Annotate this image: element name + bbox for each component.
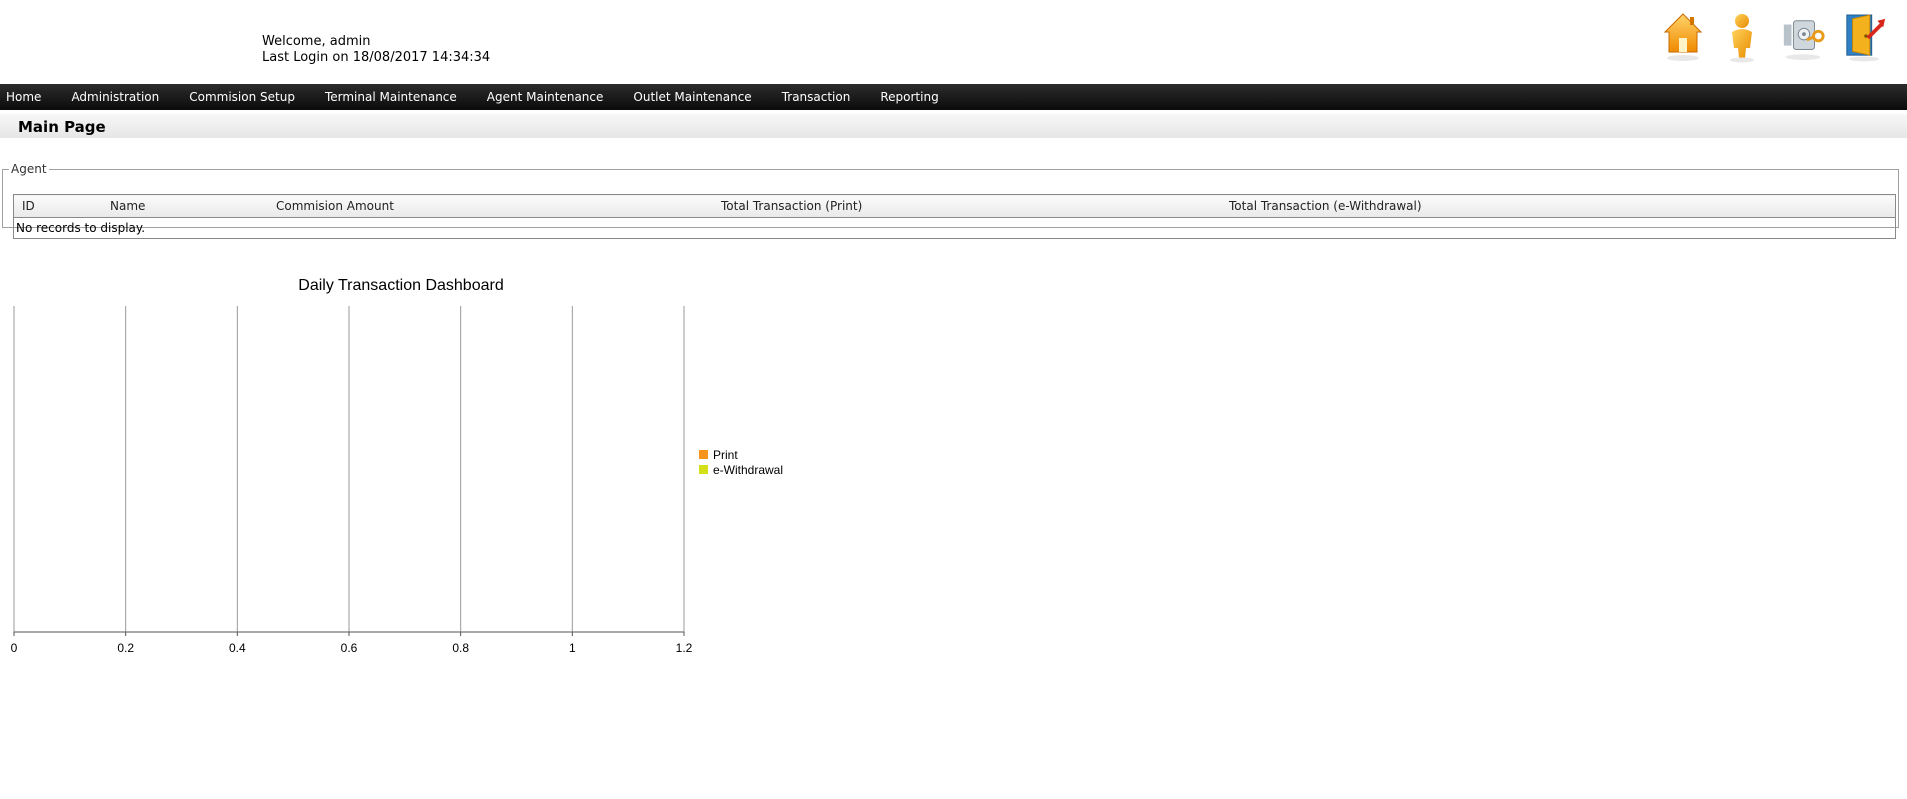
- nav-transaction[interactable]: Transaction: [776, 90, 863, 104]
- column-header-id[interactable]: ID: [13, 194, 102, 218]
- table-row: No records to display.: [13, 217, 1896, 239]
- x-tick-label: 0.8: [452, 641, 469, 655]
- column-header-total-print[interactable]: Total Transaction (Print): [713, 194, 1221, 218]
- x-tick-label: 0.4: [229, 641, 246, 655]
- legend-label-0[interactable]: Print: [713, 448, 738, 462]
- nav-reporting[interactable]: Reporting: [874, 90, 950, 104]
- column-header-commision-amount[interactable]: Commision Amount: [268, 194, 713, 218]
- x-tick-label: 0.6: [341, 641, 358, 655]
- page-title-bar: Main Page: [0, 114, 1907, 138]
- chart-grid: [13, 306, 685, 632]
- legend-swatch-0: [699, 450, 708, 459]
- logout-icon[interactable]: [1843, 10, 1887, 64]
- nav-agent-maintenance[interactable]: Agent Maintenance: [481, 90, 616, 104]
- chart-svg: Daily Transaction Dashboard 0 0.2 0.4 0.6 0.…: [11, 277, 783, 655]
- chart-x-axis: 0 0.2 0.4 0.6 0.8 1 1.2: [11, 631, 693, 655]
- agent-legend: Agent: [11, 162, 47, 176]
- home-icon[interactable]: [1662, 10, 1704, 64]
- page-title: Main Page: [18, 118, 106, 136]
- agent-grid: ID Name Commision Amount Total Transacti…: [13, 194, 1896, 239]
- agent-grid-header-row: ID Name Commision Amount Total Transacti…: [13, 194, 1896, 218]
- nav-commision-setup[interactable]: Commision Setup: [183, 90, 307, 104]
- column-header-name[interactable]: Name: [102, 194, 268, 218]
- x-tick-label: 1: [569, 641, 576, 655]
- x-tick-label: 0: [11, 641, 18, 655]
- nav-administration[interactable]: Administration: [65, 90, 171, 104]
- legend-label-1[interactable]: e-Withdrawal: [713, 463, 783, 477]
- agent-fieldset: Agent ID Name Commision Amount Total Tra…: [2, 162, 1899, 239]
- x-tick-label: 1.2: [676, 641, 693, 655]
- nav-home[interactable]: Home: [0, 90, 53, 104]
- daily-transaction-chart: Daily Transaction Dashboard 0 0.2 0.4 0.6 0.…: [0, 268, 820, 668]
- header: Welcome, admin Last Login on 18/08/2017 …: [0, 0, 1907, 84]
- welcome-block: Welcome, admin Last Login on 18/08/2017 …: [262, 34, 490, 66]
- column-header-total-ewithdrawal[interactable]: Total Transaction (e-Withdrawal): [1221, 194, 1896, 218]
- empty-message: No records to display.: [13, 217, 1896, 239]
- header-icons: [1662, 10, 1887, 64]
- nav-terminal-maintenance[interactable]: Terminal Maintenance: [319, 90, 469, 104]
- nav-outlet-maintenance[interactable]: Outlet Maintenance: [627, 90, 763, 104]
- chart-legend: Printe-Withdrawal: [699, 448, 783, 477]
- last-login-text: Last Login on 18/08/2017 14:34:34: [262, 50, 491, 65]
- legend-swatch-1: [699, 465, 708, 474]
- keys-icon[interactable]: [1780, 10, 1826, 64]
- chart-title: Daily Transaction Dashboard: [298, 277, 503, 294]
- main-navbar: Home Administration Commision Setup Term…: [0, 84, 1907, 110]
- x-tick-label: 0.2: [117, 641, 134, 655]
- user-icon[interactable]: [1721, 10, 1763, 64]
- welcome-text: Welcome, admin: [262, 34, 371, 49]
